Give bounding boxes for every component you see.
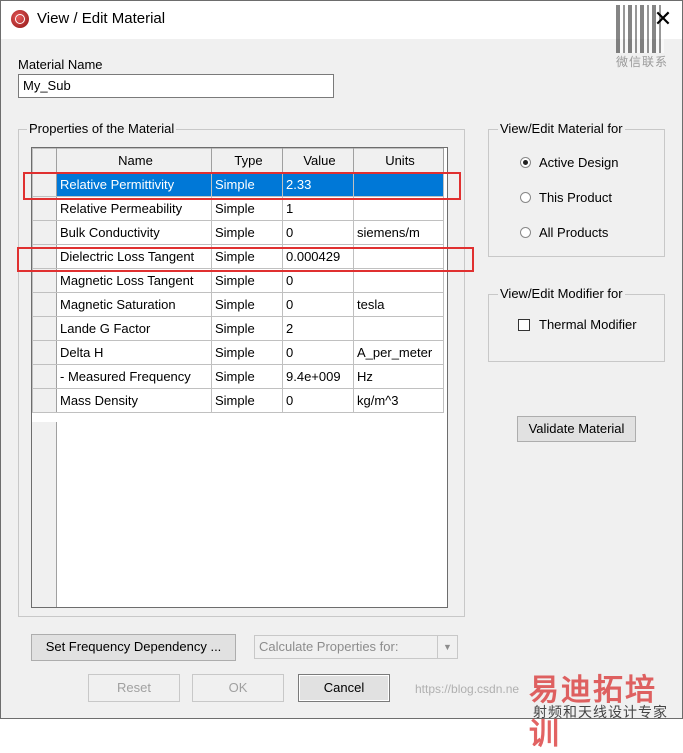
cell-value[interactable]: 0 [282,388,354,413]
cell-type[interactable]: Simple [211,196,283,221]
column-header-units[interactable]: Units [353,148,444,173]
cell-type[interactable]: Simple [211,364,283,389]
material-name-input[interactable]: My_Sub [18,74,334,98]
cell-value[interactable]: 2 [282,316,354,341]
row-header-cell[interactable] [32,196,57,221]
radio-this-product-label: This Product [539,190,612,205]
row-header-cell[interactable] [32,364,57,389]
cell-units[interactable] [353,196,444,221]
cell-units[interactable] [353,268,444,293]
row-header-cell[interactable] [32,316,57,341]
table-row[interactable]: Bulk Conductivity Simple 0 siemens/m [32,220,444,245]
row-header-empty-area [32,422,57,607]
set-frequency-label: Set Frequency Dependency ... [45,639,222,654]
cell-name[interactable]: - Measured Frequency [56,364,212,389]
cell-value[interactable]: 9.4e+009 [282,364,354,389]
cell-value[interactable]: 0 [282,220,354,245]
cell-type[interactable]: Simple [211,292,283,317]
cell-units[interactable]: siemens/m [353,220,444,245]
radio-unselected-icon [520,192,531,203]
material-scope-title: View/Edit Material for [498,121,625,136]
blog-url-watermark: https://blog.csdn.ne [415,682,520,696]
table-row[interactable]: Lande G Factor Simple 2 [32,316,444,341]
table-row[interactable]: Delta H Simple 0 A_per_meter [32,340,444,365]
table-row[interactable]: Mass Density Simple 0 kg/m^3 [32,388,444,413]
properties-grid[interactable]: Name Type Value Units Relative Permittiv… [31,147,448,608]
row-header-cell[interactable] [32,292,57,317]
cell-name[interactable]: Delta H [56,340,212,365]
validate-material-label: Validate Material [528,421,625,436]
row-header-corner [32,148,57,173]
row-header-cell[interactable] [32,220,57,245]
app-logo-icon [11,10,29,28]
material-name-label-text: Material Name [18,57,103,72]
column-header-type[interactable]: Type [211,148,283,173]
modifier-group-title: View/Edit Modifier for [498,286,625,301]
reset-label: Reset [117,680,151,695]
title-bar: View / Edit Material 微信联系 ✕ [1,1,682,69]
column-header-name[interactable]: Name [56,148,212,173]
thermal-modifier-label: Thermal Modifier [539,317,637,332]
cell-name[interactable]: Lande G Factor [56,316,212,341]
cell-units[interactable]: Hz [353,364,444,389]
row-header-cell[interactable] [32,388,57,413]
calculate-properties-select[interactable]: Calculate Properties for: ▼ [254,635,458,659]
row-header-cell[interactable] [32,268,57,293]
qr-caption: 微信联系 [616,55,669,69]
cell-name[interactable]: Magnetic Saturation [56,292,212,317]
radio-all-products-label: All Products [539,225,609,240]
brand-watermark: 易迪拓培训 射频和天线设计专家 [529,665,683,751]
set-frequency-dependency-button[interactable]: Set Frequency Dependency ... [31,634,236,661]
close-button[interactable]: ✕ [649,7,677,33]
cell-name[interactable]: Bulk Conductivity [56,220,212,245]
cell-type[interactable]: Simple [211,316,283,341]
properties-group-title: Properties of the Material [27,121,177,136]
validate-material-button[interactable]: Validate Material [517,416,636,442]
table-row[interactable]: Relative Permeability Simple 1 [32,196,444,221]
calculate-properties-value: Calculate Properties for: [259,639,399,654]
highlight-box-permittivity [23,172,461,200]
cell-name[interactable]: Mass Density [56,388,212,413]
cell-units[interactable]: A_per_meter [353,340,444,365]
cell-type[interactable]: Simple [211,220,283,245]
radio-active-design[interactable]: Active Design [520,155,618,170]
table-row[interactable]: Magnetic Saturation Simple 0 tesla [32,292,444,317]
cell-type[interactable]: Simple [211,388,283,413]
cell-value[interactable]: 0 [282,340,354,365]
column-header-value[interactable]: Value [282,148,354,173]
reset-button[interactable]: Reset [88,674,180,702]
radio-active-design-label: Active Design [539,155,619,170]
cell-units[interactable]: kg/m^3 [353,388,444,413]
radio-unselected-icon [520,227,531,238]
checkbox-unchecked-icon [518,318,530,331]
ok-button[interactable]: OK [192,674,284,702]
cell-units[interactable]: tesla [353,292,444,317]
cancel-button[interactable]: Cancel [298,674,390,702]
cancel-label: Cancel [323,680,365,695]
table-header-row: Name Type Value Units [32,148,444,173]
window-title: View / Edit Material [37,10,166,27]
thermal-modifier-checkbox[interactable]: Thermal Modifier [518,317,637,332]
material-dialog: View / Edit Material 微信联系 ✕ Material Nam… [0,0,683,751]
cell-value[interactable]: 0 [282,268,354,293]
cell-value[interactable]: 0 [282,292,354,317]
cell-type[interactable]: Simple [211,268,283,293]
highlight-box-loss-tangent [17,247,474,272]
cell-units[interactable] [353,316,444,341]
radio-all-products[interactable]: All Products [520,225,608,240]
cell-name[interactable]: Magnetic Loss Tangent [56,268,212,293]
cell-type[interactable]: Simple [211,340,283,365]
cell-value[interactable]: 1 [282,196,354,221]
radio-selected-icon [520,157,531,168]
row-header-cell[interactable] [32,340,57,365]
material-name-label: Material Name [18,57,103,72]
cell-name[interactable]: Relative Permeability [56,196,212,221]
table-row[interactable]: Magnetic Loss Tangent Simple 0 [32,268,444,293]
ok-label: OK [228,680,248,695]
watermark-sub-text: 射频和天线设计专家 [533,704,668,720]
radio-this-product[interactable]: This Product [520,190,612,205]
chevron-down-icon: ▼ [437,636,457,658]
table-row[interactable]: - Measured Frequency Simple 9.4e+009 Hz [32,364,444,389]
